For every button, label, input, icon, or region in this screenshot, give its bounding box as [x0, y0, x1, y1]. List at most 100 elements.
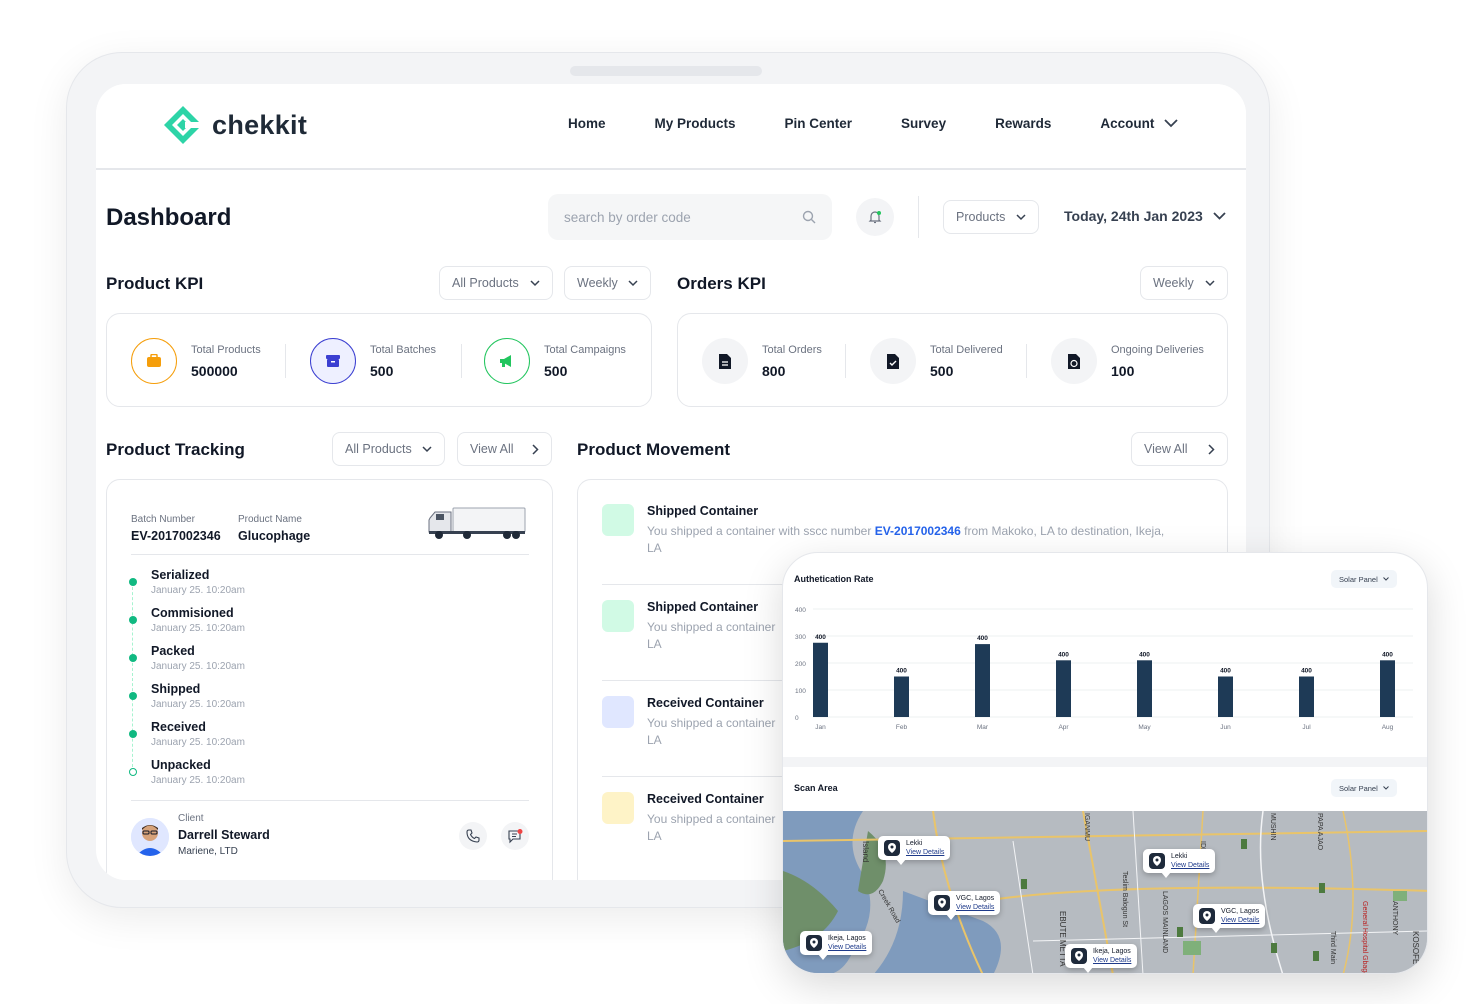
view-details-link[interactable]: View Details — [1093, 957, 1131, 964]
location-pin-icon — [934, 895, 950, 911]
bar — [1299, 676, 1314, 717]
movement-sscc-link[interactable]: EV-2017002346 — [875, 524, 961, 538]
step-title: Packed — [151, 644, 195, 658]
svg-text:MUSHIN: MUSHIN — [1269, 813, 1276, 841]
view-details-link[interactable]: View Details — [828, 944, 866, 951]
kpi-value: 500 — [544, 362, 568, 379]
nav-rewards[interactable]: Rewards — [995, 116, 1051, 131]
movement-desc-text: You shipped a container with sscc number — [647, 524, 875, 538]
timeline-step: Received January 25. 10:20am — [151, 720, 245, 748]
kpi-period-filter[interactable]: Weekly — [564, 266, 651, 300]
movement-desc-text: You shipped a container — [647, 812, 776, 826]
nav-home[interactable]: Home — [568, 116, 606, 131]
view-details-link[interactable]: View Details — [906, 849, 944, 856]
nav-pin-center[interactable]: Pin Center — [785, 116, 853, 131]
products-dropdown[interactable]: Products — [943, 200, 1039, 234]
timeline-step: Commisioned January 25. 10:20am — [151, 606, 245, 634]
auth-rate-filter-label: Solar Panel — [1339, 574, 1378, 584]
tracking-products-filter[interactable]: All Products — [332, 432, 445, 466]
client-divider — [131, 800, 529, 801]
map-pin-vgc[interactable]: VGC, Lagos View Details — [1193, 904, 1266, 933]
product-kpi-card: Total Products 500000 Total Batches 500 — [106, 313, 652, 407]
orders-period-filter[interactable]: Weekly — [1140, 266, 1228, 300]
stage: chekkit Home My Products Pin Center Surv… — [0, 0, 1470, 1004]
call-button[interactable] — [459, 822, 487, 850]
orders-kpi-title: Orders KPI — [677, 274, 766, 293]
map-pin-ikeja[interactable]: Ikeja, Lagos View Details — [1065, 944, 1138, 973]
location-pin-icon — [1071, 948, 1087, 964]
scan-area-title: Scan Area — [794, 783, 838, 793]
tablet-notch — [570, 66, 762, 76]
kpi-value: 800 — [762, 362, 786, 379]
kpi-separator — [845, 344, 846, 378]
nav-account[interactable]: Account — [1100, 116, 1178, 131]
date-selector[interactable]: Today, 24th Jan 2023 — [1064, 208, 1226, 224]
map-pin-ikeja[interactable]: Ikeja, Lagos View Details — [800, 931, 873, 960]
product-name-label: Product Name — [238, 514, 302, 525]
view-details-link[interactable]: View Details — [1221, 917, 1259, 924]
nav-survey[interactable]: Survey — [901, 116, 946, 131]
auth-rate-filter[interactable]: Solar Panel — [1331, 570, 1397, 588]
data-label: 400 — [1301, 668, 1312, 675]
logo[interactable]: chekkit — [162, 104, 307, 146]
message-button[interactable] — [501, 822, 529, 850]
timeline-dot-pending — [129, 768, 137, 776]
kpi-products-filter[interactable]: All Products — [439, 266, 553, 300]
location-pin-icon — [1199, 908, 1215, 924]
movement-view-all-button[interactable]: View All — [1131, 432, 1228, 466]
orders-period-filter-label: Weekly — [1153, 276, 1194, 290]
movement-status-marker — [602, 696, 634, 728]
kpi-total-orders: Total Orders 800 — [702, 338, 822, 384]
movement-description: You shipped a container LA — [647, 811, 775, 845]
step-date: January 25. 10:20am — [151, 737, 245, 748]
scan-area-filter-label: Solar Panel — [1339, 783, 1378, 793]
phone-icon — [466, 829, 480, 843]
search-placeholder: search by order code — [564, 209, 691, 225]
y-tick-label: 0 — [795, 715, 799, 722]
date-label: Today, 24th Jan 2023 — [1064, 208, 1203, 224]
nav-my-products[interactable]: My Products — [655, 116, 736, 131]
step-title: Serialized — [151, 568, 210, 582]
view-details-link[interactable]: View Details — [956, 904, 994, 911]
batch-number-label: Batch Number — [131, 514, 195, 525]
view-details-link[interactable]: View Details — [1171, 862, 1209, 869]
movement-title: Shipped Container — [647, 600, 759, 614]
movement-description: You shipped a container LA — [647, 619, 775, 653]
x-tick-label: Mar — [977, 724, 989, 731]
map-pin-lekki[interactable]: Lekki View Details — [1143, 849, 1216, 878]
data-label: 400 — [815, 634, 826, 641]
tracking-view-all-button[interactable]: View All — [457, 432, 552, 466]
auth-rate-title: Authetication Rate — [794, 574, 874, 584]
client-label: Client — [178, 813, 204, 824]
brand-name: chekkit — [212, 109, 308, 140]
step-title: Unpacked — [151, 758, 211, 772]
timeline-step: Serialized January 25. 10:20am — [151, 568, 245, 596]
batch-number: Batch Number EV-2017002346 — [131, 514, 221, 543]
map-pin-lekki[interactable]: Lekki View Details — [878, 836, 951, 865]
step-date: January 25. 10:20am — [151, 775, 245, 786]
map-pin-vgc[interactable]: VGC, Lagos View Details — [928, 891, 1001, 920]
location-pin-icon — [806, 935, 822, 951]
svg-text:LAGOS MAINLAND: LAGOS MAINLAND — [1161, 891, 1168, 953]
timeline-line — [132, 582, 133, 772]
svg-text:Island: Island — [861, 841, 870, 862]
movement-status-marker — [602, 792, 634, 824]
kpi-total-campaigns: Total Campaigns 500 — [484, 338, 626, 384]
pin-location-name: Ikeja, Lagos — [828, 935, 866, 942]
search-input[interactable]: search by order code — [548, 194, 832, 240]
scan-area-filter[interactable]: Solar Panel — [1331, 779, 1397, 797]
chevron-down-icon — [1016, 213, 1026, 220]
kpi-ongoing-deliveries: Ongoing Deliveries 100 — [1051, 338, 1204, 384]
timeline-step: Shipped January 25. 10:20am — [151, 682, 245, 710]
orders-kpi-card: Total Orders 800 Total Delivered 500 Ong… — [677, 313, 1228, 407]
document-clock-icon — [1051, 338, 1097, 384]
kpi-total-products: Total Products 500000 — [131, 338, 261, 384]
step-title: Shipped — [151, 682, 201, 696]
view-all-label: View All — [470, 442, 514, 456]
timeline-dot — [129, 730, 137, 738]
chevron-down-icon — [1382, 577, 1389, 581]
notification-button[interactable] — [856, 198, 894, 236]
client-info: Client Darrell Steward Mariene, LTD — [178, 813, 270, 857]
chevron-down-icon — [1213, 212, 1226, 220]
movement-status-marker — [602, 600, 634, 632]
